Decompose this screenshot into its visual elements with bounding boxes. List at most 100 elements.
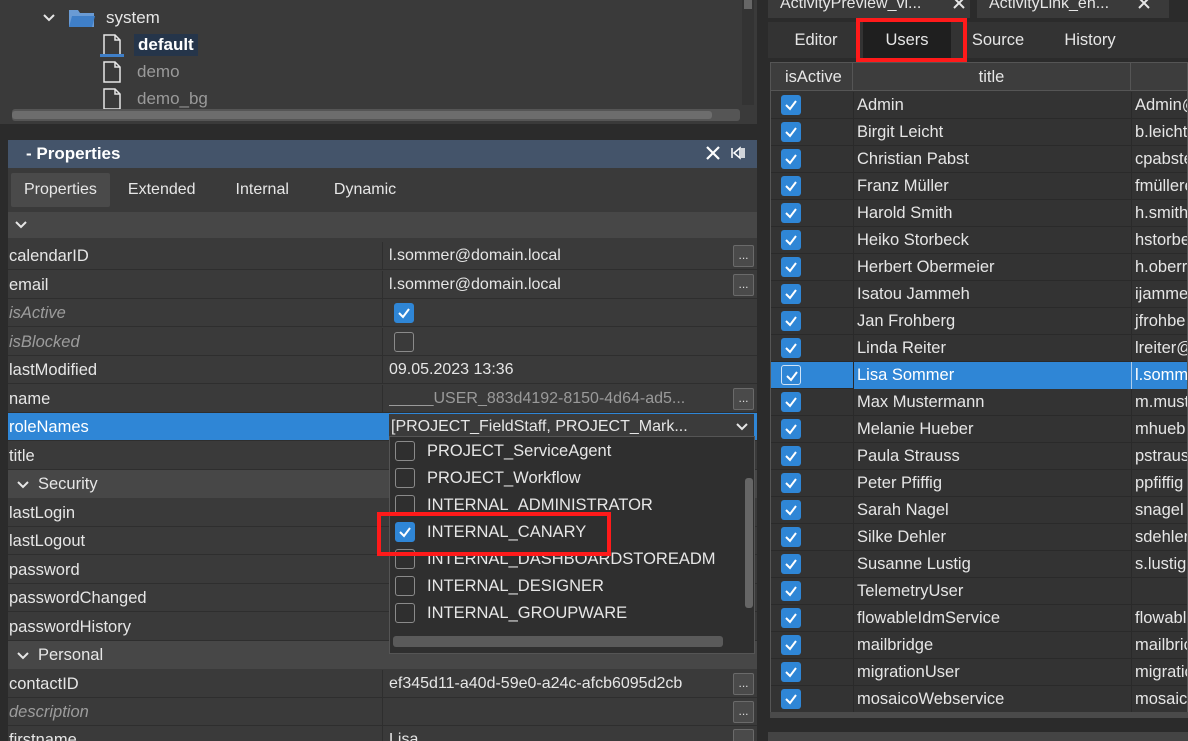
chevron-down-icon[interactable] [16,479,30,491]
isactive-checkbox[interactable] [781,554,801,574]
role-option[interactable]: INTERNAL_DESIGNER [390,573,740,600]
role-option[interactable]: INTERNAL_DASHBOARDSTOREADM [390,546,740,573]
table-row[interactable]: migrationUser migratic [771,659,1187,686]
prop-row-isblocked[interactable]: isBlocked [8,328,757,356]
table-row[interactable]: mailbridge mailbric [771,632,1187,659]
chevron-down-icon[interactable] [42,11,56,25]
isactive-checkbox[interactable] [781,230,801,250]
table-row[interactable]: Lisa Sommer l.somm [771,362,1187,389]
table-row[interactable]: Paula Strauss pstraus [771,443,1187,470]
table-row[interactable]: Max Mustermann m.must [771,389,1187,416]
table-row[interactable]: AdminAdmin@ [771,92,1187,119]
isactive-checkbox[interactable] [781,581,801,601]
table-row[interactable]: flowableIdmService flowabl [771,605,1187,632]
dropdown-vertical-scrollbar[interactable] [744,443,754,633]
table-row[interactable]: Heiko Storbeck hstorbe [771,227,1187,254]
tab-properties[interactable]: Properties [11,173,110,207]
table-row[interactable]: Sarah Nagel snagel [771,497,1187,524]
tab-history[interactable]: History [1048,22,1132,58]
table-row[interactable]: Harold Smith h.smith [771,200,1187,227]
table-row[interactable]: Susanne Lustig s.lustig [771,551,1187,578]
prop-value[interactable]: l.sommer@domain.local [389,242,729,270]
prop-row-description[interactable]: description ... [8,698,757,726]
tree-horizontal-scrollbar[interactable] [12,109,740,121]
role-checkbox[interactable] [395,549,415,569]
isactive-checkbox[interactable] [781,500,801,520]
prop-row-calendarid[interactable]: calendarID l.sommer@domain.local ... [8,242,757,270]
prop-value[interactable]: Lisa [389,726,729,741]
table-row[interactable]: TelemetryUser [771,578,1187,605]
ellipsis-button[interactable]: ... [733,673,754,695]
close-icon[interactable] [1137,0,1151,10]
tab-source[interactable]: Source [958,22,1038,58]
isactive-checkbox[interactable] [781,284,801,304]
isactive-checkbox[interactable] [781,365,801,385]
table-row[interactable]: mosaicoWebservicemosaico [771,686,1187,713]
column-header-isactive[interactable]: isActive [771,63,853,91]
isactive-checkbox[interactable] [781,95,801,115]
tab-users[interactable]: Users [863,22,951,58]
prop-row-email[interactable]: email l.sommer@domain.local ... [8,271,757,299]
column-header-title[interactable]: title [853,63,1131,91]
prop-row-contactid[interactable]: contactID ef345d11-a40d-59e0-a24c-afcb60… [8,670,757,698]
role-checkbox[interactable] [395,522,415,542]
table-row[interactable]: Christian Pabst cpabste [771,146,1187,173]
isblocked-checkbox[interactable] [394,332,414,352]
isactive-checkbox[interactable] [781,608,801,628]
chevron-down-icon[interactable] [14,219,28,231]
tree-vertical-scrollbar[interactable] [742,0,754,105]
table-row[interactable]: Linda Reiter lreiter@ [771,335,1187,362]
doc-tab-activitylink[interactable]: ActivityLink_en... [977,0,1169,18]
table-horizontal-scrollbar[interactable] [770,712,1188,718]
table-row[interactable]: Silke Dehler sdehler [771,524,1187,551]
prop-row-firstname[interactable]: firstname Lisa ... [8,726,757,741]
isactive-checkbox[interactable] [781,392,801,412]
table-row[interactable]: Franz Müller fmüllere [771,173,1187,200]
ellipsis-button[interactable]: ... [733,729,754,741]
isactive-checkbox[interactable] [781,689,801,709]
tree-item-demo[interactable]: demo [103,58,180,85]
isactive-checkbox[interactable] [781,338,801,358]
table-row[interactable]: Melanie Hueber mhueb [771,416,1187,443]
role-checkbox[interactable] [395,603,415,623]
role-option[interactable]: INTERNAL_GROUPWARE [390,600,740,627]
isactive-checkbox[interactable] [781,176,801,196]
tree-item-demo-bg[interactable]: demo_bg [103,85,208,112]
isactive-checkbox[interactable] [781,203,801,223]
prop-value[interactable]: l.sommer@domain.local [389,271,729,299]
role-option[interactable]: PROJECT_ServiceAgent [390,438,740,465]
role-checkbox[interactable] [395,576,415,596]
tree-folder-system[interactable]: system [42,4,160,31]
isactive-checkbox[interactable] [781,149,801,169]
ellipsis-button[interactable]: ... [733,388,754,410]
chevron-down-icon[interactable] [16,650,30,662]
prop-value[interactable]: ef345d11-a40d-59e0-a24c-afcb6095d2cb [389,670,729,698]
doc-tab-activitypreview[interactable]: ActivityPreview_vi... [768,0,970,18]
isactive-checkbox[interactable] [781,311,801,331]
isactive-checkbox[interactable] [781,446,801,466]
ellipsis-button[interactable]: ... [733,701,754,723]
prop-value[interactable]: _____USER_883d4192-8150-4d64-ad5... [389,385,729,413]
rolenames-dropdown-list[interactable]: PROJECT_ServiceAgent PROJECT_Workflow IN… [389,436,755,654]
close-icon[interactable] [704,144,722,162]
pin-icon[interactable] [730,145,746,161]
isactive-checkbox[interactable] [781,662,801,682]
isactive-checkbox[interactable] [781,419,801,439]
table-row[interactable]: Peter Pfiffig ppfiffig [771,470,1187,497]
isactive-checkbox[interactable] [781,122,801,142]
isactive-checkbox[interactable] [781,473,801,493]
role-option[interactable]: INTERNAL_ADMINISTRATOR [390,492,740,519]
tab-editor[interactable]: Editor [776,22,856,58]
role-checkbox[interactable] [395,495,415,515]
table-row[interactable]: Herbert Obermeier h.oberr [771,254,1187,281]
role-checkbox[interactable] [395,468,415,488]
table-row[interactable]: Isatou Jammeh ijamme [771,281,1187,308]
close-icon[interactable] [952,0,966,10]
collapse-all-row[interactable] [8,212,757,238]
tab-extended[interactable]: Extended [115,173,209,207]
role-checkbox[interactable] [395,441,415,461]
chevron-down-icon[interactable] [735,421,749,433]
ellipsis-button[interactable]: ... [733,274,754,296]
tab-dynamic[interactable]: Dynamic [321,173,409,207]
ellipsis-button[interactable]: ... [733,245,754,267]
